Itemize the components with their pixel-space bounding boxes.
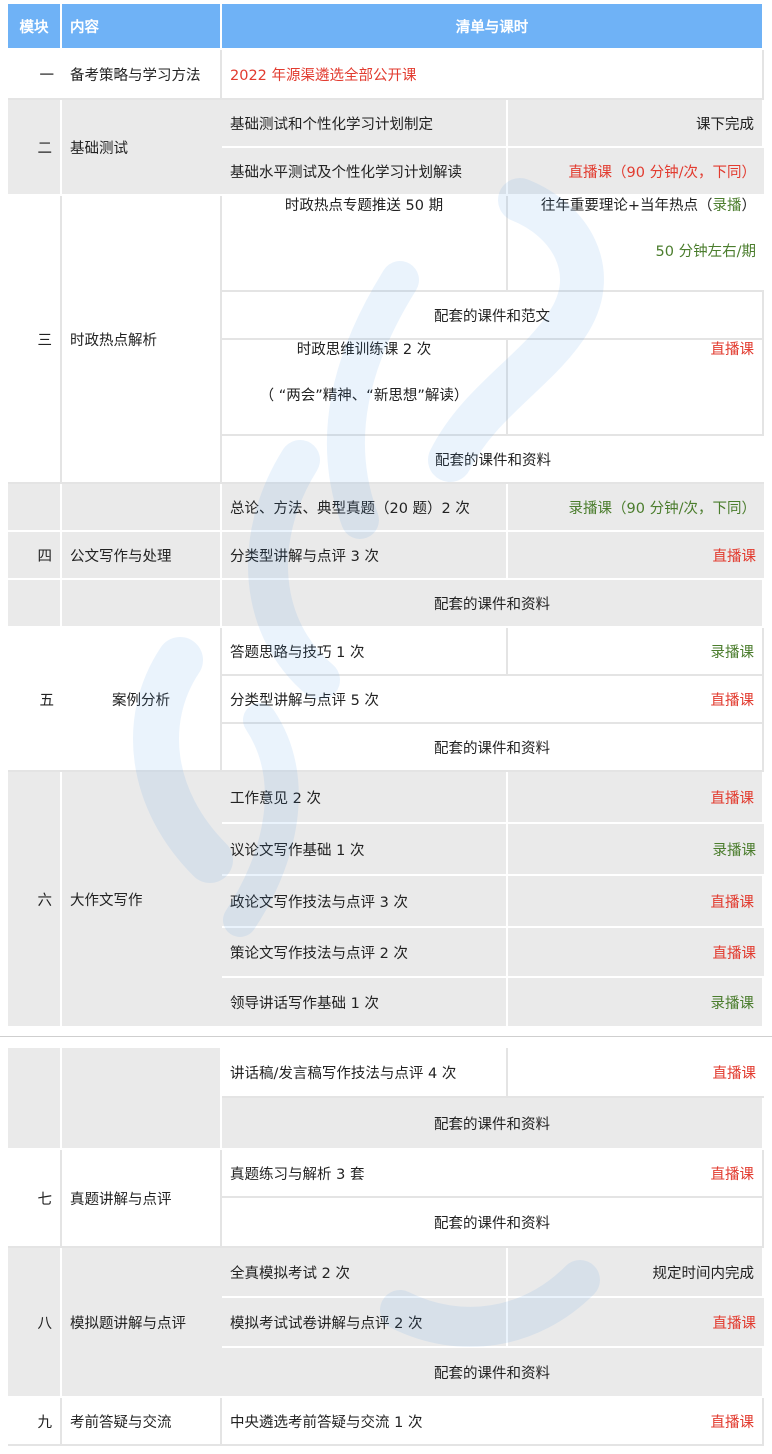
course-item: 分类型讲解与点评 5 次: [222, 676, 508, 724]
course-note: 直播课: [508, 1398, 764, 1446]
course-note-line-1: 往年重要理论+当年热点（录播）: [540, 198, 756, 214]
course-note: 直播课: [508, 928, 764, 978]
course-materials: 配套的课件和资料: [222, 580, 764, 628]
module-name: 公文写作与处理: [62, 532, 222, 580]
course-note: 直播课（90 分钟/次，下同）: [508, 148, 764, 196]
course-table-part-1: 模块 内容 清单与课时 一 备考策略与学习方法 2022 年源渠遴选全部公开课 …: [8, 4, 764, 1028]
course-item: 全真模拟考试 2 次: [222, 1248, 508, 1298]
course-item: 政论文写作技法与点评 3 次: [222, 876, 508, 928]
course-note: 直播课: [508, 1298, 764, 1348]
course-note: 录播课: [508, 628, 764, 676]
course-item: 模拟考试试卷讲解与点评 2 次: [222, 1298, 508, 1348]
module-number: 四: [8, 532, 62, 580]
header-content: 内容: [62, 4, 222, 50]
module-number-blank: [8, 1048, 62, 1150]
module-number: 七: [8, 1150, 62, 1248]
course-note: 规定时间内完成: [508, 1248, 764, 1298]
module-name: 备考策略与学习方法: [62, 50, 222, 100]
header-list-hours: 清单与课时: [222, 4, 764, 50]
module-number: 三: [8, 196, 62, 484]
course-item: 真题练习与解析 3 套: [222, 1150, 508, 1198]
course-note-line-2: 50 分钟左右/期: [655, 244, 756, 260]
course-note: 直播课: [508, 876, 764, 928]
course-materials: 配套的课件和资料: [222, 436, 764, 484]
module-number: 一: [8, 50, 62, 100]
course-item: 策论文写作技法与点评 2 次: [222, 928, 508, 978]
module-number: 六: [8, 772, 62, 1028]
course-materials: 配套的课件和资料: [222, 1198, 764, 1248]
header-module: 模块: [8, 4, 62, 50]
course-item-line-1: 时政思维训练课 2 次: [296, 342, 432, 358]
course-note: 直播课: [508, 676, 764, 724]
course-materials: 配套的课件和资料: [222, 1098, 764, 1150]
course-note: 直播课: [508, 772, 764, 824]
module-name: 模拟题讲解与点评: [62, 1248, 222, 1398]
course-item: 领导讲话写作基础 1 次: [222, 978, 508, 1028]
module-number-blank: [8, 580, 62, 628]
course-note: 录播课（90 分钟/次，下同）: [508, 484, 764, 532]
module-name-blank: [62, 1048, 222, 1150]
course-item: 中央遴选考前答疑与交流 1 次: [222, 1398, 508, 1446]
module-name: 真题讲解与点评: [62, 1150, 222, 1248]
course-note: 直播课: [508, 1150, 764, 1198]
module-name: 案例分析: [62, 628, 222, 772]
course-note: 录播课: [508, 978, 764, 1028]
course-item: 2022 年源渠遴选全部公开课: [222, 50, 764, 100]
course-item: 答题思路与技巧 1 次: [222, 628, 508, 676]
module-name: 大作文写作: [62, 772, 222, 1028]
course-materials: 配套的课件和资料: [222, 724, 764, 772]
course-item: 时政热点专题推送 50 期: [222, 196, 508, 292]
module-name-blank: [62, 484, 222, 532]
course-item: 分类型讲解与点评 3 次: [222, 532, 508, 580]
course-note: 课下完成: [508, 100, 764, 148]
module-number-blank: [8, 484, 62, 532]
course-item: 时政思维训练课 2 次 （ “两会”精神、“新思想”解读）: [222, 340, 508, 436]
page-break-divider: [0, 1036, 772, 1047]
module-name: 基础测试: [62, 100, 222, 196]
course-item-text: 时政热点专题推送 50 期: [284, 198, 444, 214]
module-number: 二: [8, 100, 62, 196]
module-number: 八: [8, 1248, 62, 1398]
course-materials: 配套的课件和资料: [222, 1348, 764, 1398]
course-item: 基础水平测试及个性化学习计划解读: [222, 148, 508, 196]
module-name-blank: [62, 580, 222, 628]
course-table-part-2: 讲话稿/发言稿写作技法与点评 4 次 直播课 配套的课件和资料 七 真题讲解与点…: [8, 1048, 764, 1446]
course-item: 议论文写作基础 1 次: [222, 824, 508, 876]
course-item: 工作意见 2 次: [222, 772, 508, 824]
module-name: 时政热点解析: [62, 196, 222, 484]
course-item: 基础测试和个性化学习计划制定: [222, 100, 508, 148]
module-number: 九: [8, 1398, 62, 1446]
course-note: 直播课: [508, 340, 764, 436]
module-number: 五: [8, 628, 62, 772]
course-item: 总论、方法、典型真题（20 题）2 次: [222, 484, 508, 532]
course-item: 讲话稿/发言稿写作技法与点评 4 次: [222, 1048, 508, 1098]
course-item-line-2: （ “两会”精神、“新思想”解读）: [259, 388, 469, 404]
course-materials: 配套的课件和范文: [222, 292, 764, 340]
module-name: 考前答疑与交流: [62, 1398, 222, 1446]
course-note: 录播课: [508, 824, 764, 876]
course-note: 直播课: [508, 532, 764, 580]
course-note: 往年重要理论+当年热点（录播） 50 分钟左右/期: [508, 196, 764, 292]
course-note: 直播课: [508, 1048, 764, 1098]
